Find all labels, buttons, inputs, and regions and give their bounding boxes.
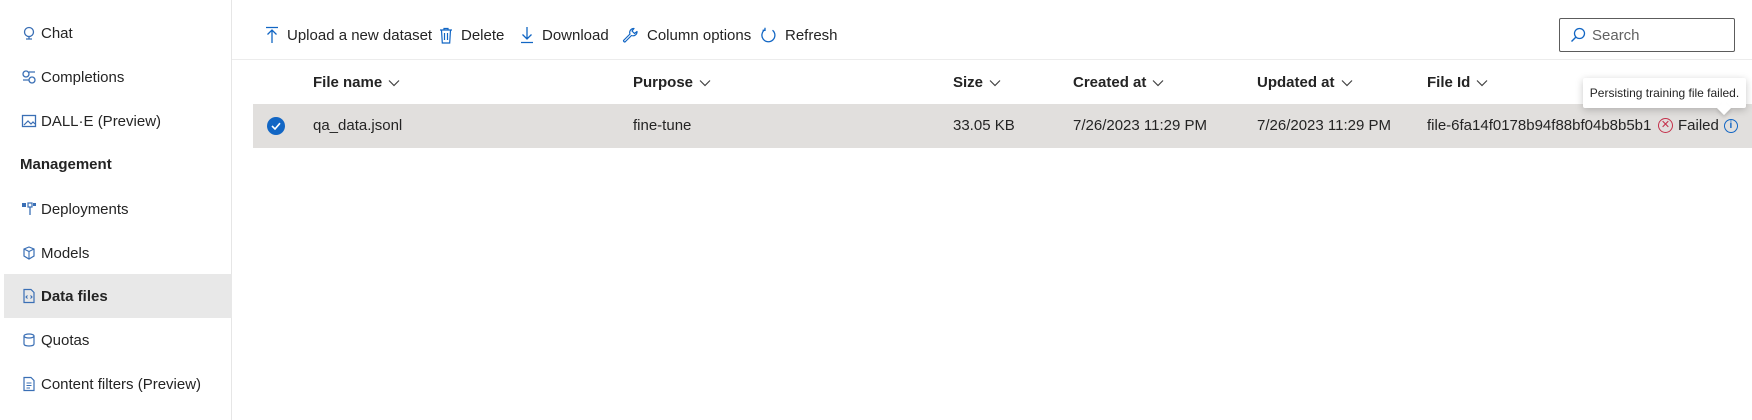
sidebar-item-deployments[interactable]: Deployments [4, 187, 232, 231]
sidebar-item-chat[interactable]: Chat [4, 11, 232, 55]
cell-created-at: 7/26/2023 11:29 PM [1073, 117, 1207, 134]
status-badge: ✕ Failed i [1658, 117, 1738, 134]
sidebar-item-completions[interactable]: Completions [4, 55, 232, 99]
chevron-down-icon [388, 79, 400, 86]
sidebar-item-quotas[interactable]: Quotas [4, 318, 232, 362]
sidebar-section-management: Management [20, 156, 112, 173]
content-filters-icon [20, 375, 38, 393]
completions-icon [20, 68, 38, 86]
search-box[interactable] [1559, 18, 1735, 52]
refresh-icon [761, 27, 776, 42]
sidebar-item-models[interactable]: Models [4, 231, 232, 275]
quotas-icon [20, 331, 38, 349]
cell-size: 33.05 KB [953, 117, 1015, 134]
upload-icon [266, 26, 278, 43]
column-header-file-name[interactable]: File name [313, 74, 400, 91]
chat-icon [20, 24, 38, 42]
sidebar-item-content-filters[interactable]: Content filters (Preview) [4, 362, 232, 406]
chevron-down-icon [989, 79, 1001, 86]
trash-icon [440, 27, 452, 44]
deployments-icon [20, 200, 38, 218]
sidebar-item-label: Content filters (Preview) [41, 375, 202, 393]
data-files-icon [20, 287, 38, 305]
status-text: Failed [1678, 117, 1719, 134]
sidebar-item-label: Deployments [41, 200, 129, 218]
search-input[interactable] [1592, 26, 1722, 44]
sidebar-item-label: Quotas [41, 331, 90, 349]
cell-updated-at: 7/26/2023 11:29 PM [1257, 117, 1391, 134]
search-icon [1571, 27, 1586, 42]
checkmark-icon [271, 122, 281, 130]
image-icon [20, 112, 38, 130]
cell-purpose: fine-tune [633, 117, 692, 134]
sidebar-item-label: Completions [41, 68, 125, 86]
wrench-icon [622, 27, 638, 43]
sidebar-item-label: Chat [41, 24, 73, 42]
column-options-button[interactable]: Column options [622, 20, 751, 50]
column-header-created-at[interactable]: Created at [1073, 74, 1164, 91]
models-icon [20, 244, 38, 262]
upload-dataset-button[interactable]: Upload a new dataset [265, 20, 432, 50]
table-row[interactable]: qa_data.jsonl fine-tune 33.05 KB 7/26/20… [253, 104, 1752, 148]
chevron-down-icon [1341, 79, 1352, 86]
delete-button[interactable]: Delete [439, 20, 504, 50]
column-header-size[interactable]: Size [953, 74, 1001, 91]
column-header-updated-at[interactable]: Updated at [1257, 74, 1353, 91]
column-header-purpose[interactable]: Purpose [633, 74, 711, 91]
sidebar-item-label: Models [41, 244, 90, 262]
chevron-down-icon [1476, 79, 1488, 86]
column-header-file-id[interactable]: File Id [1427, 74, 1488, 91]
chevron-down-icon [699, 79, 711, 86]
refresh-button[interactable]: Refresh [760, 20, 838, 50]
row-select-checkbox[interactable] [267, 117, 285, 135]
download-icon [521, 27, 533, 44]
table-header: File name Purpose Size Created at Update… [253, 62, 1752, 104]
command-bar: Upload a new dataset Delete Download Col… [232, 0, 1752, 60]
error-icon: ✕ [1658, 118, 1673, 133]
cell-file-id: file-6fa14f0178b94f88bf04b8b5b1 [1427, 117, 1652, 134]
chevron-down-icon [1152, 79, 1164, 86]
sidebar-item-label: Data files [41, 287, 108, 305]
sidebar: Chat Completions DALL·E (Preview) Manage… [0, 0, 232, 420]
info-icon[interactable]: i [1723, 118, 1738, 133]
cell-file-name: qa_data.jsonl [313, 117, 403, 134]
sidebar-item-dalle[interactable]: DALL·E (Preview) [4, 99, 232, 143]
sidebar-item-data-files[interactable]: Data files [4, 274, 232, 318]
download-button[interactable]: Download [520, 20, 609, 50]
status-tooltip: Persisting training file failed. [1583, 78, 1746, 108]
sidebar-item-label: DALL·E (Preview) [41, 112, 162, 130]
